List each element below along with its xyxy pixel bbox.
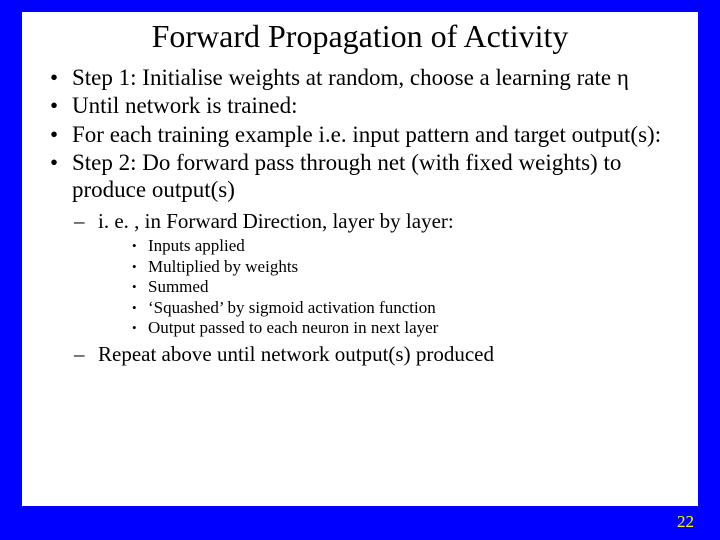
list-item: Step 1: Initialise weights at random, ch… [46,65,680,91]
bullet-list-level1: Step 1: Initialise weights at random, ch… [46,65,680,203]
list-item: ‘Squashed’ by sigmoid activation functio… [130,298,680,318]
list-item: Multiplied by weights [130,257,680,277]
list-item: Repeat above until network output(s) pro… [72,342,680,367]
slide-title: Forward Propagation of Activity [22,12,698,65]
page-number: 22 [677,512,694,532]
list-item: Inputs applied [130,236,680,256]
list-item: Step 2: Do forward pass through net (wit… [46,150,680,203]
list-item: i. e. , in Forward Direction, layer by l… [72,209,680,338]
list-item: Until network is trained: [46,93,680,119]
list-item-text: i. e. , in Forward Direction, layer by l… [98,209,454,233]
slide-body: Forward Propagation of Activity Step 1: … [22,12,698,506]
slide-content: Step 1: Initialise weights at random, ch… [22,65,698,368]
list-item: Summed [130,277,680,297]
list-item: For each training example i.e. input pat… [46,122,680,148]
list-item: Output passed to each neuron in next lay… [130,318,680,338]
bullet-list-level3: Inputs applied Multiplied by weights Sum… [130,236,680,338]
bullet-list-level2: i. e. , in Forward Direction, layer by l… [72,209,680,367]
